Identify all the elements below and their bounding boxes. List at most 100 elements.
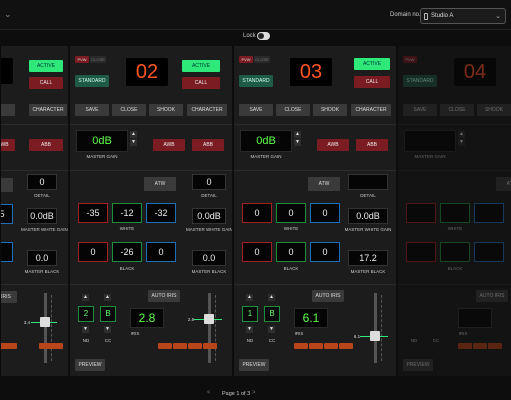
abb-button[interactable]: ABB: [29, 139, 63, 151]
active-button[interactable]: ACTIVE: [354, 58, 390, 70]
black-g-value[interactable]: 0: [276, 242, 306, 262]
standard-button[interactable]: STANDARD: [239, 75, 273, 87]
arrow-up-icon[interactable]: ▲: [458, 131, 465, 138]
shook-button[interactable]: [1, 104, 15, 116]
master-white-gain-value[interactable]: 0.0dB: [27, 208, 57, 224]
master-gain-stepper[interactable]: ▲ ▼: [458, 131, 465, 147]
arrow-up-icon[interactable]: ▲: [82, 294, 89, 301]
cc-stepper-down[interactable]: ▼: [104, 326, 111, 334]
nd-stepper-down[interactable]: ▼: [246, 326, 253, 334]
arrow-up-icon[interactable]: ▲: [268, 294, 275, 301]
nd-stepper[interactable]: ▲: [82, 294, 89, 302]
arrow-down-icon[interactable]: ▼: [458, 139, 465, 146]
black-r-value[interactable]: [406, 242, 436, 262]
awb-button[interactable]: AWB: [153, 139, 185, 151]
master-black-value[interactable]: 0.0: [27, 250, 57, 266]
white-g-value[interactable]: [440, 203, 470, 223]
cc-value[interactable]: B: [264, 306, 280, 322]
white-r-value[interactable]: [406, 203, 436, 223]
shook-button[interactable]: SHOOK: [477, 104, 511, 116]
preview-button[interactable]: PREVIEW: [239, 359, 269, 371]
arrow-down-icon[interactable]: ▼: [104, 326, 111, 333]
black-r-value[interactable]: 0: [242, 242, 272, 262]
atw-button[interactable]: [1, 178, 13, 192]
atw-button[interactable]: ATW: [144, 177, 176, 191]
nd-stepper-down[interactable]: ▼: [82, 326, 89, 334]
standard-button[interactable]: STANDARD: [75, 75, 109, 87]
master-gain-stepper[interactable]: ▲ ▼: [294, 131, 301, 147]
close-button[interactable]: CLOSE: [112, 104, 146, 116]
close-tag[interactable]: CLOSE: [90, 56, 106, 63]
character-button[interactable]: CHARACTER: [351, 104, 391, 116]
menu-chevron-icon[interactable]: ⌄: [4, 9, 12, 20]
white-g-value[interactable]: 0: [276, 203, 306, 223]
black-b-value[interactable]: [1, 242, 13, 262]
standard-button[interactable]: STANDARD: [403, 75, 437, 87]
detail-value[interactable]: 0: [192, 174, 226, 190]
active-button[interactable]: ACTIVE: [182, 60, 220, 72]
call-button[interactable]: CALL: [29, 77, 63, 89]
close-tag[interactable]: CLOSE: [254, 56, 270, 63]
next-page-icon[interactable]: >: [252, 390, 256, 396]
iris-slider-track[interactable]: [208, 293, 211, 363]
iris-value[interactable]: 6.1: [294, 308, 328, 328]
iris-slider-knob[interactable]: [40, 317, 50, 327]
black-g-value[interactable]: -26: [112, 242, 142, 262]
black-b-value[interactable]: 0: [146, 242, 176, 262]
master-gain-value[interactable]: 0dB: [240, 130, 292, 152]
black-b-value[interactable]: 0: [310, 242, 340, 262]
black-b-value[interactable]: [474, 242, 504, 262]
cc-stepper-down[interactable]: ▼: [268, 326, 275, 334]
white-r-value[interactable]: -35: [78, 203, 108, 223]
save-button[interactable]: SAVE: [239, 104, 273, 116]
close-button[interactable]: CLOSE: [276, 104, 310, 116]
character-button[interactable]: CHARACTER: [29, 104, 67, 116]
call-button[interactable]: CALL: [182, 77, 220, 89]
master-black-value[interactable]: 0.0: [192, 250, 226, 266]
auto-iris-button[interactable]: AUTO IRIS: [148, 290, 180, 302]
master-gain-value[interactable]: [404, 130, 456, 152]
nd-value[interactable]: 1: [242, 306, 258, 322]
arrow-down-icon[interactable]: ▼: [268, 326, 275, 333]
auto-iris-button[interactable]: AUTO IRIS: [312, 290, 344, 302]
preview-button[interactable]: PREVIEW: [403, 359, 433, 371]
close-button[interactable]: CLOSE: [440, 104, 474, 116]
white-b-value[interactable]: 0: [310, 203, 340, 223]
arrow-down-icon[interactable]: ▼: [82, 326, 89, 333]
cc-stepper[interactable]: ▲: [104, 294, 111, 302]
arrow-down-icon[interactable]: ▼: [130, 139, 137, 146]
arrow-up-icon[interactable]: ▲: [130, 131, 137, 138]
lock-toggle[interactable]: [257, 32, 270, 40]
arrow-up-icon[interactable]: ▲: [104, 294, 111, 301]
master-white-gain-value[interactable]: 0.0dB: [192, 208, 226, 224]
atw-button[interactable]: ATW: [308, 177, 340, 191]
detail-value[interactable]: [348, 174, 388, 190]
white-g-value[interactable]: -12: [112, 203, 142, 223]
white-b-value[interactable]: 5: [1, 204, 13, 224]
iris-slider-track[interactable]: [374, 293, 377, 363]
iris-value[interactable]: 2.8: [130, 308, 164, 328]
iris-slider-knob[interactable]: [204, 314, 214, 324]
white-r-value[interactable]: 0: [242, 203, 272, 223]
iris-slider-track[interactable]: [44, 293, 47, 363]
detail-value[interactable]: 0: [27, 174, 57, 190]
arrow-down-icon[interactable]: ▼: [246, 326, 253, 333]
cc-value[interactable]: B: [100, 306, 116, 322]
nd-stepper[interactable]: ▲: [246, 294, 253, 302]
awb-button[interactable]: AWB: [1, 139, 15, 151]
call-button[interactable]: CALL: [354, 76, 390, 88]
pvw-tag[interactable]: PVW: [239, 56, 253, 63]
save-button[interactable]: SAVE: [75, 104, 109, 116]
abb-button[interactable]: ABB: [356, 139, 388, 151]
nd-value[interactable]: 2: [78, 306, 94, 322]
master-black-value[interactable]: 17.2: [348, 250, 388, 266]
cc-stepper[interactable]: ▲: [268, 294, 275, 302]
active-button[interactable]: ACTIVE: [29, 60, 63, 72]
prev-page-icon[interactable]: <: [207, 390, 211, 396]
awb-button[interactable]: AWB: [317, 139, 349, 151]
atw-button[interactable]: ATW: [496, 177, 511, 191]
pvw-tag[interactable]: PVW: [403, 56, 417, 63]
domain-select[interactable]: Studio A ⌄: [420, 8, 506, 24]
arrow-down-icon[interactable]: ▼: [294, 139, 301, 146]
arrow-up-icon[interactable]: ▲: [294, 131, 301, 138]
